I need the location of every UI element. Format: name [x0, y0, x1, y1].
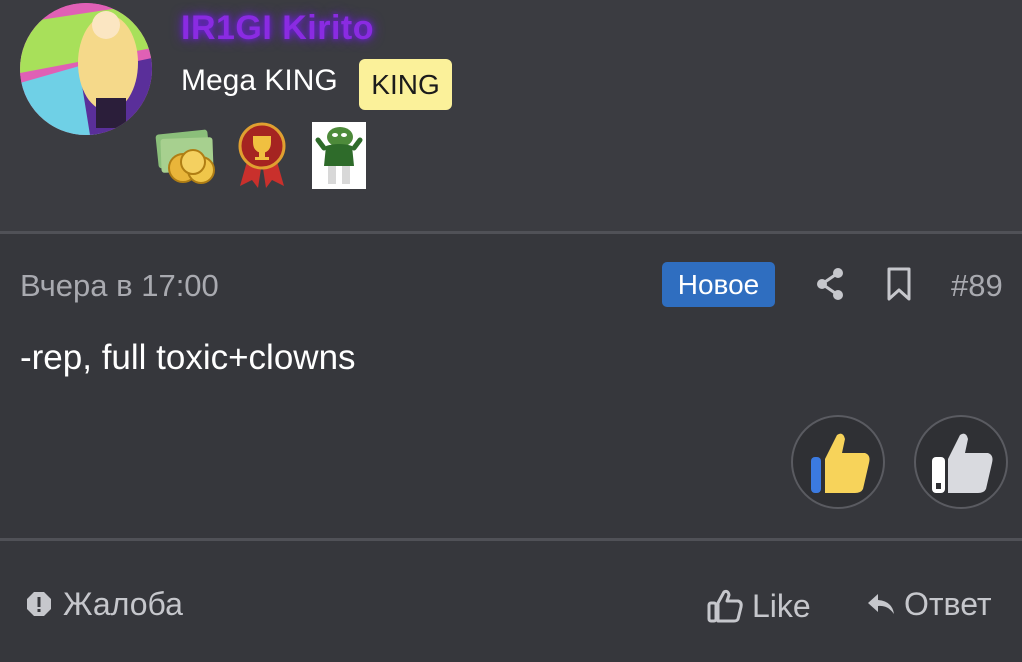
footer-divider: [0, 538, 1022, 541]
share-icon[interactable]: [814, 266, 846, 302]
like-button[interactable]: Like: [706, 586, 811, 626]
reply-icon: [868, 594, 894, 614]
like-label: Like: [752, 587, 811, 624]
avatar[interactable]: [20, 3, 152, 135]
author-header: [0, 0, 1022, 232]
author-title: Mega KING: [181, 64, 338, 97]
post-date[interactable]: Вчера в 17:00: [20, 268, 219, 304]
new-badge: Новое: [662, 262, 775, 307]
king-badge: KING: [359, 59, 452, 110]
author-username[interactable]: IR1GI Kirito: [181, 9, 374, 48]
complaint-label: Жалоба: [63, 585, 183, 622]
post-body: -rep, full toxic+clowns: [20, 338, 356, 377]
like-alt-reaction-button[interactable]: [914, 415, 1008, 509]
pepe-award-icon[interactable]: [312, 122, 366, 189]
reply-button[interactable]: Ответ: [866, 584, 992, 624]
bookmark-icon[interactable]: [884, 266, 914, 302]
alert-icon: [27, 592, 51, 616]
header-divider: [0, 231, 1022, 234]
money-award-icon[interactable]: [153, 126, 223, 186]
like-reaction-button[interactable]: [791, 415, 885, 509]
complaint-button[interactable]: Жалоба: [25, 584, 183, 624]
post-number[interactable]: #89: [951, 268, 1003, 304]
reply-label: Ответ: [904, 585, 992, 622]
thumbs-up-icon: [707, 589, 743, 623]
trophy-medal-icon[interactable]: [236, 122, 288, 188]
